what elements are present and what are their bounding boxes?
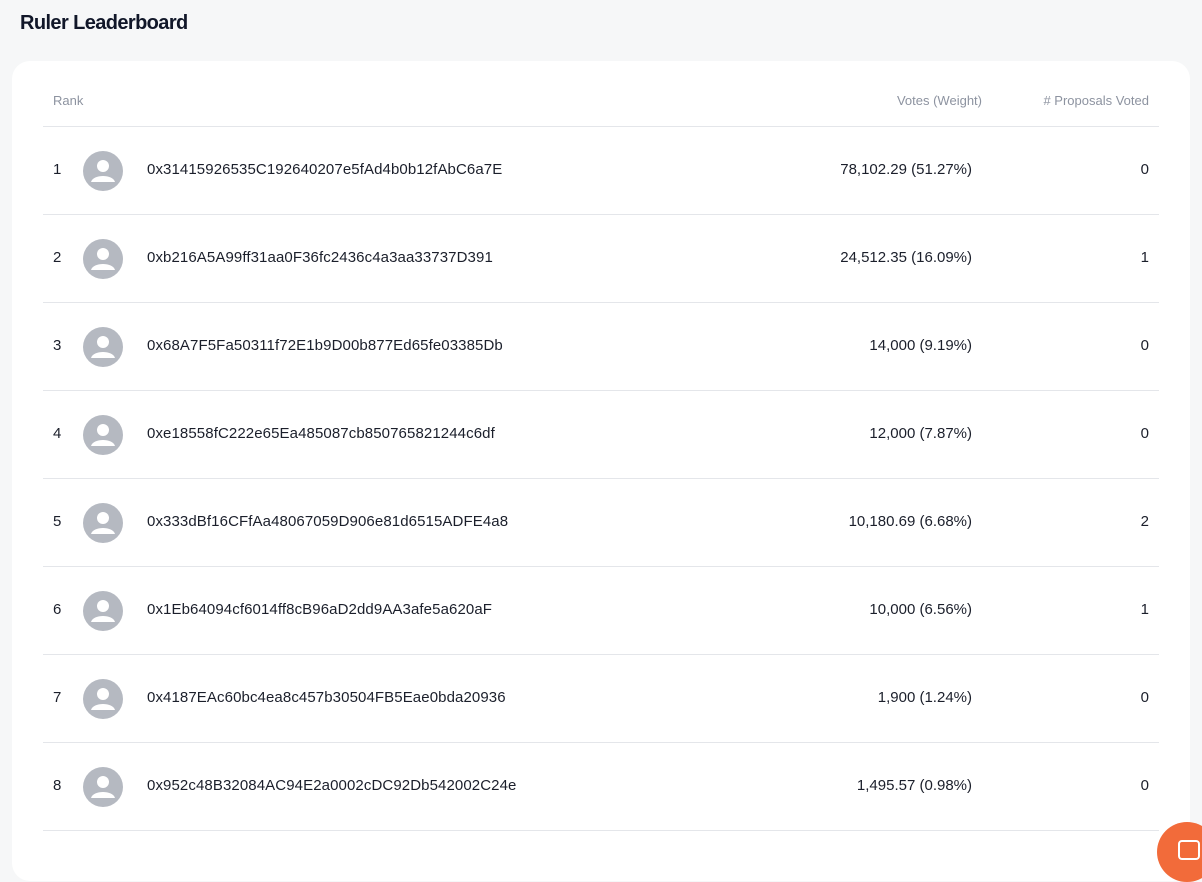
user-avatar-icon[interactable] bbox=[83, 503, 123, 543]
table-row[interactable]: 3 0x68A7F5Fa50311f72E1b9D00b877Ed65fe0338… bbox=[43, 303, 1159, 391]
proposals-voted-cell: 0 bbox=[1140, 337, 1149, 354]
rank-cell: 8 bbox=[53, 777, 62, 794]
table-row[interactable]: 5 0x333dBf16CFfAa48067059D906e81d6515ADFE… bbox=[43, 479, 1159, 567]
chat-icon bbox=[1178, 840, 1200, 860]
user-avatar-icon[interactable] bbox=[83, 767, 123, 807]
votes-weight-cell: 24,512.35 (16.09%) bbox=[840, 249, 972, 266]
page-title: Ruler Leaderboard bbox=[20, 12, 188, 34]
proposals-voted-cell: 1 bbox=[1140, 249, 1149, 266]
leaderboard-table: Rank Votes (Weight) # Proposals Voted 10… bbox=[43, 61, 1159, 831]
votes-weight-cell: 14,000 (9.19%) bbox=[869, 337, 972, 354]
wallet-address[interactable]: 0x68A7F5Fa50311f72E1b9D00b877Ed65fe03385… bbox=[147, 337, 503, 354]
table-row[interactable]: 2 0xb216A5A99ff31aa0F36fc2436c4a3aa33737D… bbox=[43, 215, 1159, 303]
proposals-voted-cell: 0 bbox=[1140, 777, 1149, 794]
wallet-address[interactable]: 0xe18558fC222e65Ea485087cb850765821244c6… bbox=[147, 425, 495, 442]
user-avatar-icon[interactable] bbox=[83, 679, 123, 719]
wallet-address[interactable]: 0x952c48B32084AC94E2a0002cDC92Db542002C2… bbox=[147, 777, 517, 794]
proposals-voted-cell: 0 bbox=[1140, 425, 1149, 442]
table-row[interactable]: 8 0x952c48B32084AC94E2a0002cDC92Db542002C… bbox=[43, 743, 1159, 831]
rank-cell: 5 bbox=[53, 513, 62, 530]
rank-cell: 3 bbox=[53, 337, 62, 354]
header-rank[interactable]: Rank bbox=[53, 93, 83, 108]
user-avatar-icon[interactable] bbox=[83, 327, 123, 367]
table-row[interactable]: 7 0x4187EAc60bc4ea8c457b30504FB5Eae0bda20… bbox=[43, 655, 1159, 743]
proposals-voted-cell: 1 bbox=[1140, 601, 1149, 618]
wallet-address[interactable]: 0xb216A5A99ff31aa0F36fc2436c4a3aa33737D3… bbox=[147, 249, 493, 266]
wallet-address[interactable]: 0x1Eb64094cf6014ff8cB96aD2dd9AA3afe5a620… bbox=[147, 601, 492, 618]
rank-cell: 7 bbox=[53, 689, 62, 706]
votes-weight-cell: 10,000 (6.56%) bbox=[869, 601, 972, 618]
table-header: Rank Votes (Weight) # Proposals Voted bbox=[43, 61, 1159, 127]
rank-cell: 4 bbox=[53, 425, 62, 442]
proposals-voted-cell: 2 bbox=[1140, 513, 1149, 530]
wallet-address[interactable]: 0x4187EAc60bc4ea8c457b30504FB5Eae0bda209… bbox=[147, 689, 506, 706]
votes-weight-cell: 10,180.69 (6.68%) bbox=[848, 513, 972, 530]
rank-cell: 2 bbox=[53, 249, 62, 266]
votes-weight-cell: 1,495.57 (0.98%) bbox=[856, 777, 972, 794]
user-avatar-icon[interactable] bbox=[83, 415, 123, 455]
votes-weight-cell: 12,000 (7.87%) bbox=[869, 425, 972, 442]
proposals-voted-cell: 0 bbox=[1140, 161, 1149, 178]
rank-cell: 6 bbox=[53, 601, 62, 618]
header-votes[interactable]: Votes (Weight) bbox=[897, 93, 982, 108]
table-body: 1 0x31415926535C192640207e5fAd4b0b12fAbC6… bbox=[43, 127, 1159, 831]
table-row[interactable]: 4 0xe18558fC222e65Ea485087cb850765821244c… bbox=[43, 391, 1159, 479]
user-avatar-icon[interactable] bbox=[83, 151, 123, 191]
votes-weight-cell: 1,900 (1.24%) bbox=[877, 689, 972, 706]
proposals-voted-cell: 0 bbox=[1140, 689, 1149, 706]
leaderboard-card: Rank Votes (Weight) # Proposals Voted 10… bbox=[12, 61, 1190, 881]
table-row[interactable]: 1 0x31415926535C192640207e5fAd4b0b12fAbC6… bbox=[43, 127, 1159, 215]
header-proposals-voted[interactable]: # Proposals Voted bbox=[1043, 93, 1149, 108]
wallet-address[interactable]: 0x333dBf16CFfAa48067059D906e81d6515ADFE4… bbox=[147, 513, 508, 530]
votes-weight-cell: 78,102.29 (51.27%) bbox=[840, 161, 972, 178]
user-avatar-icon[interactable] bbox=[83, 239, 123, 279]
rank-cell: 1 bbox=[53, 161, 62, 178]
table-row[interactable]: 6 0x1Eb64094cf6014ff8cB96aD2dd9AA3afe5a62… bbox=[43, 567, 1159, 655]
user-avatar-icon[interactable] bbox=[83, 591, 123, 631]
wallet-address[interactable]: 0x31415926535C192640207e5fAd4b0b12fAbC6a… bbox=[147, 161, 502, 178]
